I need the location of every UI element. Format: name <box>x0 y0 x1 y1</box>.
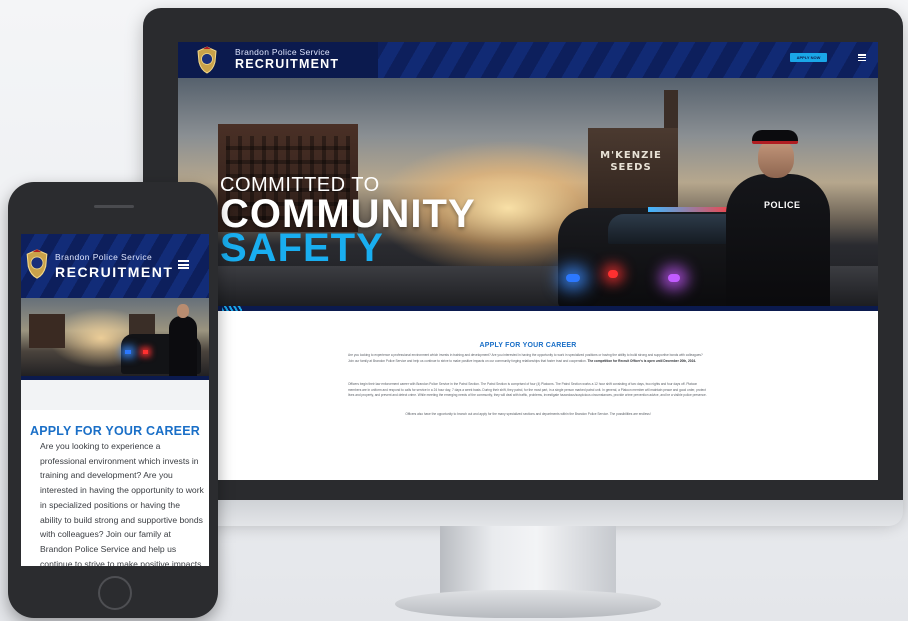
hamburger-menu-icon[interactable] <box>178 260 189 269</box>
phone-home-button[interactable] <box>98 576 132 610</box>
monitor-stand-base <box>395 590 661 618</box>
officer-head <box>758 138 794 178</box>
phone-speaker <box>94 205 134 208</box>
monitor-chin <box>143 500 903 526</box>
mobile-apply-career-heading: APPLY FOR YOUR CAREER <box>30 424 200 438</box>
chevron-accent <box>222 306 242 311</box>
site-header: Brandon Police Service RECRUITMENT APPLY… <box>178 42 878 78</box>
mobile-light-red <box>143 350 148 354</box>
hero-line-3: SAFETY <box>220 226 384 270</box>
desktop-screen: Brandon Police Service RECRUITMENT APPLY… <box>178 42 878 480</box>
emergency-light-blue <box>566 274 580 282</box>
hamburger-menu-icon[interactable] <box>858 54 866 62</box>
car-lightbar <box>648 207 738 212</box>
apply-career-heading: APPLY FOR YOUR CAREER <box>479 342 577 349</box>
mobile-brand-subtitle: Brandon Police Service <box>55 252 153 262</box>
mobile-hero <box>21 298 209 380</box>
mobile-intro-paragraph: Are you looking to experience a professi… <box>40 441 204 566</box>
mobile-brand-title[interactable]: RECRUITMENT <box>55 264 173 280</box>
mobile-light-blue <box>125 350 131 354</box>
emergency-light-red <box>608 270 618 278</box>
brand-title[interactable]: RECRUITMENT <box>235 57 339 71</box>
intro-paragraph: Are you looking to experience a professi… <box>348 353 708 364</box>
mobile-hero-building <box>29 314 65 348</box>
police-badge-icon[interactable] <box>196 46 218 74</box>
patrol-paragraph: Officers begin their law enforcement car… <box>348 382 707 398</box>
mobile-officer <box>169 316 197 380</box>
hero-bottom-bar <box>178 306 878 311</box>
officer-cap <box>752 130 798 144</box>
mobile-header: Brandon Police Service RECRUITMENT <box>21 234 209 298</box>
mobile-officer-head <box>177 304 189 318</box>
apply-now-button[interactable]: APPLY NOW <box>790 53 827 62</box>
police-badge-icon[interactable] <box>25 248 49 280</box>
competition-notice: The competition for Recruit Officer's is… <box>587 358 696 363</box>
specialized-paragraph: Officers also have the opportunity to br… <box>405 412 651 416</box>
brand-subtitle: Brandon Police Service <box>235 47 330 57</box>
mobile-screen: Brandon Police Service RECRUITMENT APPLY… <box>21 234 209 566</box>
monitor-stand <box>440 526 616 596</box>
hero-banner: M'KENZIE SEEDS POLICE COMMITTED TO COMMU… <box>178 78 878 310</box>
building-sign: M'KENZIE SEEDS <box>600 150 662 173</box>
vest-label: POLICE <box>764 200 801 210</box>
emergency-light-purple <box>668 274 680 282</box>
officer-figure <box>726 174 830 310</box>
mobile-gray-band <box>21 380 209 410</box>
